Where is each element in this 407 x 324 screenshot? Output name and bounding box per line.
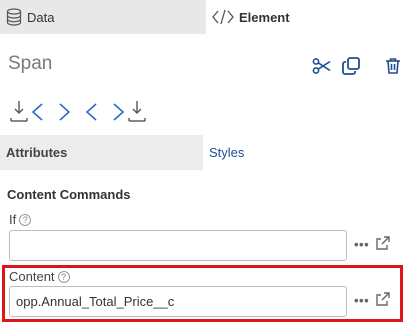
element-header: Span — [0, 48, 407, 82]
content-field-label: Content ? — [9, 269, 70, 284]
if-open-external-icon[interactable] — [375, 235, 391, 251]
tab-element[interactable]: Element — [206, 0, 407, 34]
tab-element-label: Element — [239, 9, 290, 25]
if-more-button[interactable]: ••• — [354, 237, 369, 252]
tab-data[interactable]: Data — [0, 0, 206, 34]
help-icon[interactable]: ? — [19, 213, 32, 226]
if-input[interactable] — [9, 230, 347, 261]
database-icon — [6, 8, 22, 26]
code-icon — [212, 9, 234, 25]
trash-icon[interactable] — [383, 56, 403, 76]
tab-attributes[interactable]: Attributes — [0, 135, 203, 170]
tab-styles[interactable]: Styles — [203, 135, 407, 170]
content-more-button[interactable]: ••• — [354, 293, 369, 308]
insert-toolbar — [8, 98, 148, 126]
content-commands-heading: Content Commands — [7, 187, 131, 202]
content-input[interactable]: opp.Annual_Total_Price__c — [9, 286, 347, 317]
element-type-title: Span — [8, 53, 53, 74]
copy-icon[interactable] — [341, 56, 361, 76]
tab-data-label: Data — [27, 9, 55, 25]
insert-after-button[interactable] — [86, 99, 148, 125]
if-field-label: If ? — [9, 212, 32, 227]
help-icon[interactable]: ? — [57, 270, 70, 283]
insert-before-button[interactable] — [8, 99, 70, 125]
scissors-icon[interactable] — [312, 56, 332, 76]
properties-tab-bar: Attributes Styles — [0, 135, 407, 170]
content-open-external-icon[interactable] — [375, 291, 391, 307]
top-tab-bar: Data Element — [0, 0, 407, 34]
if-label-text: If — [9, 212, 17, 227]
content-label-text: Content — [9, 269, 55, 284]
